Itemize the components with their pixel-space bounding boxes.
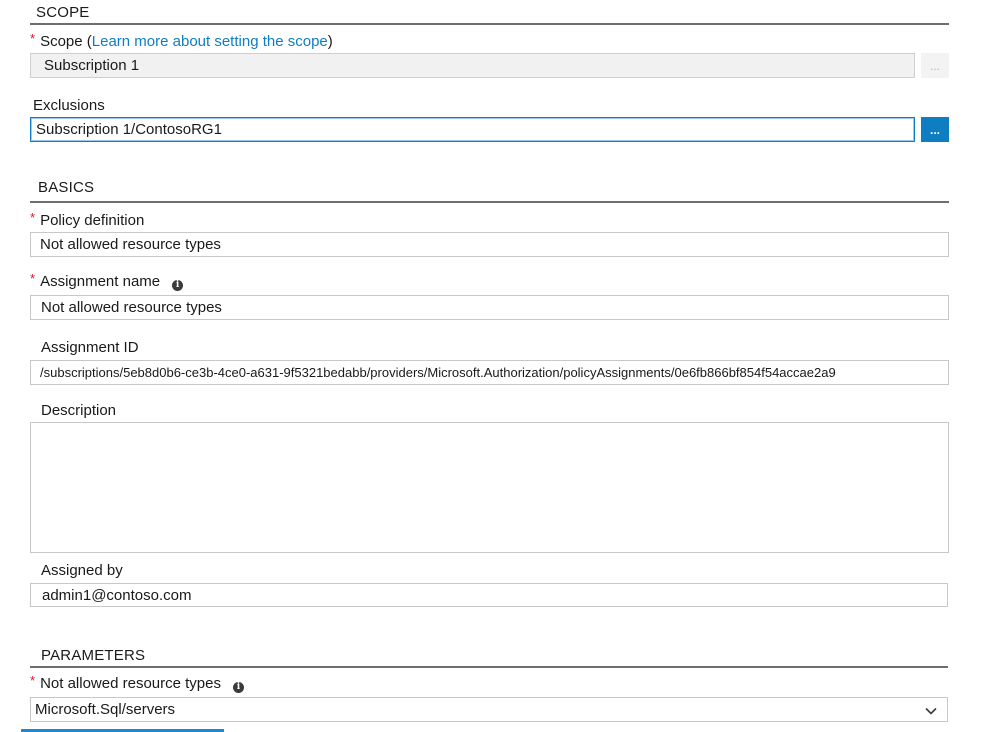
required-marker: * [30,31,36,46]
assignment-id-input[interactable]: /subscriptions/5eb8d0b6-ce3b-4ce0-a631-9… [30,360,949,385]
assignment-name-label: * Assignment name i [30,271,184,291]
assignment-name-input[interactable]: Not allowed resource types [30,295,949,320]
required-marker: * [30,210,36,225]
not-allowed-types-label: * Not allowed resource types i [30,673,244,693]
exclusions-label: Exclusions [33,97,105,114]
scope-label: * Scope (Learn more about setting the sco… [30,31,333,50]
description-textarea[interactable] [30,422,949,553]
info-icon[interactable]: i [172,279,184,291]
required-marker: * [30,271,36,286]
info-icon[interactable]: i [233,681,244,693]
scope-section-divider [30,23,949,25]
basics-section-divider [30,201,949,203]
parameters-section-title: PARAMETERS [41,647,146,664]
policy-definition-input[interactable]: Not allowed resource types [30,232,949,257]
scope-input[interactable]: Subscription 1 [30,53,915,78]
basics-section-title: BASICS [38,179,95,196]
selected-value: Microsoft.Sql/servers [35,701,176,718]
exclusions-browse-button[interactable]: ... [921,117,949,142]
required-marker: * [30,673,36,688]
scope-browse-button[interactable]: ... [921,53,949,78]
description-label: Description [41,402,117,419]
policy-definition-label: * Policy definition [30,210,145,229]
parameters-section-divider [30,666,948,668]
assigned-by-input[interactable]: admin1@contoso.com [30,583,948,607]
learn-more-scope-link[interactable]: Learn more about setting the scope [92,33,328,50]
assignment-id-label: Assignment ID [41,339,139,356]
not-allowed-types-select[interactable]: Microsoft.Sql/servers [30,697,948,722]
chevron-down-icon [925,707,937,715]
exclusions-input[interactable]: Subscription 1/ContosoRG1 [30,117,915,142]
scope-section-title: SCOPE [36,4,90,21]
assigned-by-label: Assigned by [41,562,123,579]
